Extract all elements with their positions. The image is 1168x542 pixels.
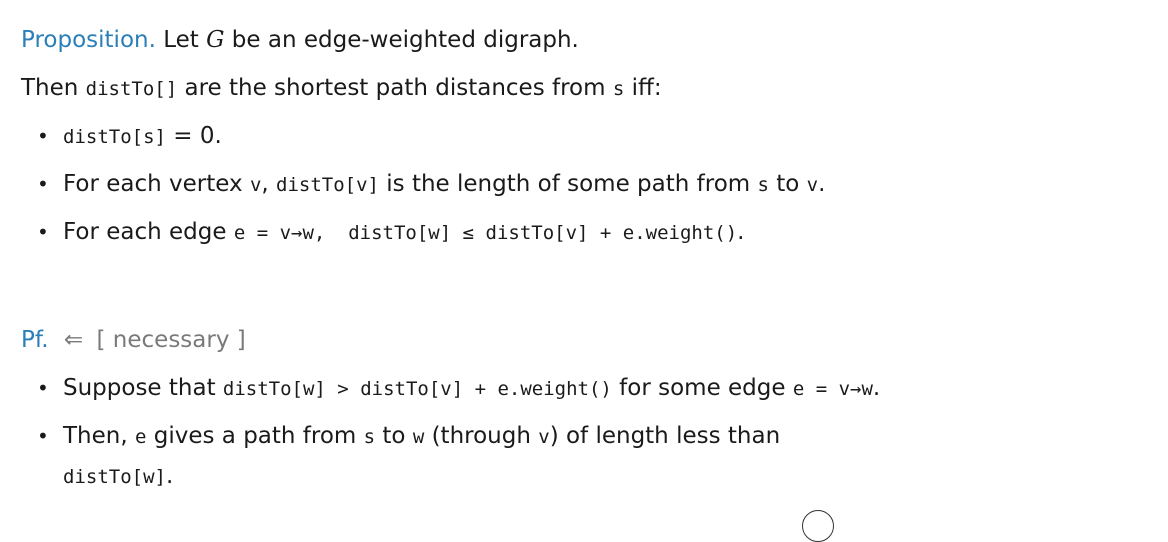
c2-text-d: to: [768, 171, 807, 197]
pb2-text-f: .: [165, 463, 174, 489]
then-code-s: s: [612, 78, 625, 100]
condition-1-code: distTo[s]: [63, 126, 166, 148]
c2-text-c: is the length of some path from: [378, 171, 758, 197]
c2-text-a: For each vertex: [63, 171, 250, 197]
pb2-text-d: (through: [424, 423, 539, 449]
pb2-text-b: gives a path from: [146, 423, 364, 449]
proposition-heading: Proposition.: [21, 27, 156, 53]
bullet-icon: •: [37, 220, 49, 244]
pb1-code-a: distTo[w] > distTo[v] + e.weight(): [222, 378, 612, 400]
condition-3: For each edge e = v→w, distTo[w] ≤ distT…: [63, 217, 744, 248]
c2-text-b: ,: [261, 171, 277, 197]
proof-direction: [ necessary ]: [96, 327, 246, 353]
pb2-code-cont: distTo[w]: [63, 466, 166, 488]
proof-heading: Pf.: [21, 327, 49, 353]
circled-mark-icon: [802, 510, 834, 542]
condition-2: For each vertex v, distTo[v] is the leng…: [63, 169, 825, 200]
bullet-icon: •: [37, 124, 49, 148]
pb2-text-a: Then,: [63, 423, 135, 449]
pb1-text-b: for some edge: [611, 375, 793, 401]
then-text-b: are the shortest path distances from: [177, 75, 613, 101]
condition-1: distTo[s] = 0.: [63, 121, 222, 152]
proposition-text-a: Let: [163, 27, 207, 53]
proof-bullet-2: Then, e gives a path from s to w (throug…: [63, 421, 780, 452]
bullet-icon: •: [37, 424, 49, 448]
bullet-icon: •: [37, 376, 49, 400]
pb2-code-e: e: [134, 426, 147, 448]
condition-1-text: = 0.: [165, 123, 222, 149]
pb1-text-c: .: [872, 375, 881, 401]
pb1-text-a: Suppose that: [63, 375, 223, 401]
c3-text-a: For each edge: [63, 219, 234, 245]
c2-code-v2: v: [806, 174, 819, 196]
bullet-icon: •: [37, 172, 49, 196]
pb2-text-c: to: [375, 423, 413, 449]
c2-code-s: s: [757, 174, 769, 196]
then-text-a: Then: [21, 75, 86, 101]
c3-text-b: .: [737, 219, 745, 245]
proposition-line: Proposition. Let G be an edge-weighted d…: [21, 25, 579, 55]
c2-code-dist: distTo[v]: [276, 174, 379, 196]
then-text-c: iff:: [624, 75, 662, 101]
pb2-code-w: w: [412, 426, 425, 448]
pb2-code-s: s: [363, 426, 376, 448]
proposition-text-b: be an edge-weighted digraph.: [224, 27, 579, 53]
graph-variable: G: [206, 27, 225, 53]
proof-bullet-1: Suppose that distTo[w] > distTo[v] + e.w…: [63, 373, 880, 404]
implies-arrow-icon: ⇐: [63, 327, 84, 353]
pb2-code-v: v: [538, 426, 550, 448]
proof-line: Pf. ⇐ [ necessary ]: [21, 325, 246, 355]
c3-code-edge: e = v→w, distTo[w] ≤ distTo[v] + e.weigh…: [233, 222, 738, 244]
c2-text-e: .: [818, 171, 826, 197]
c2-code-v: v: [249, 174, 262, 196]
then-code-distto: distTo[]: [85, 78, 178, 100]
pb1-code-b: e = v→w: [792, 378, 873, 400]
pb2-text-e: ) of length less than: [549, 423, 781, 449]
proof-bullet-2-continued: distTo[w].: [63, 461, 173, 492]
then-line: Then distTo[] are the shortest path dist…: [21, 73, 662, 104]
